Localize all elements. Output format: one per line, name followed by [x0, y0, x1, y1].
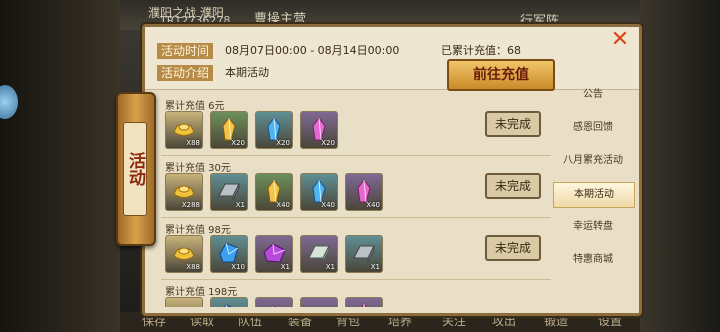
gold-crystal-item[interactable]: X20 [210, 111, 248, 149]
blue-crystal-item[interactable]: X20 [255, 111, 293, 149]
total-recharge: 已累计充值：68 [441, 44, 521, 57]
item-count: X40 [276, 201, 290, 209]
event-panel: 活动时间 08月07日00:00 - 08月14日00:00 活动介绍 本期活动… [142, 24, 642, 316]
time-label: 活动时间 [157, 43, 214, 59]
item-count: X40 [366, 201, 380, 209]
jade-ingot-item[interactable] [300, 297, 338, 307]
time-value: 08月07日00:00 - 08月14日00:00 [225, 44, 400, 57]
pink-crystal-item[interactable] [345, 297, 383, 307]
item-count: X1 [235, 201, 245, 209]
tier-title: 累计充值 6元 [165, 101, 225, 112]
intro-label: 活动介绍 [157, 65, 214, 81]
item-count: X1 [370, 263, 380, 271]
iron-ingot-item[interactable]: X1 [345, 235, 383, 273]
left-scenery [0, 0, 120, 332]
reward-tier-list[interactable]: 累计充值 6元 X88 X20 X20 X20 未完成 累计充值 30元 X288 X1 X40 X… [161, 93, 551, 307]
jade-ingot-item[interactable]: X1 [300, 235, 338, 273]
nav-item[interactable]: 公告 [553, 83, 633, 107]
side-tab-label: 活动 [123, 122, 147, 216]
intro-value: 本期活动 [225, 66, 269, 79]
tier-title: 累计充值 98元 [165, 225, 231, 236]
reward-tier-row: 累计充值 30元 X288 X1 X40 X40 X40 未完成 [161, 155, 551, 218]
item-count: X1 [280, 263, 290, 271]
tier-status-button[interactable]: 未完成 [485, 173, 541, 199]
event-header: 活动时间 08月07日00:00 - 08月14日00:00 活动介绍 本期活动… [145, 27, 639, 91]
side-tab-activity[interactable]: 活动 [116, 92, 156, 246]
right-scenery [640, 0, 720, 332]
gold-ingot-item[interactable]: X288 [165, 173, 203, 211]
item-count: X20 [276, 139, 290, 147]
pink-crystal-item[interactable]: X40 [345, 173, 383, 211]
nav-item[interactable]: 八月累充活动 [553, 149, 633, 173]
item-count: X20 [231, 139, 245, 147]
blue-gem-item[interactable]: X10 [210, 235, 248, 273]
item-count: X88 [186, 139, 200, 147]
tier-title: 累计充值 30元 [165, 163, 231, 174]
iron-ingot-item[interactable]: X1 [210, 173, 248, 211]
blue-crystal-item[interactable]: X40 [300, 173, 338, 211]
reward-tier-row: 累计充值 6元 X88 X20 X20 X20 未完成 [161, 93, 551, 156]
tier-title: 累计充值 198元 [165, 287, 238, 298]
go-recharge-button[interactable]: 前往充值 [447, 59, 555, 91]
activity-nav: 公告感恩回馈八月累充活动 本期活动幸运转盘特惠商城 [553, 83, 635, 307]
item-count: X40 [321, 201, 335, 209]
gold-ingot-item[interactable]: X88 [165, 235, 203, 273]
gold-ingot-item[interactable] [165, 297, 203, 307]
gold-crystal-item[interactable]: X40 [255, 173, 293, 211]
item-count: X288 [181, 201, 200, 209]
item-count: X20 [321, 139, 335, 147]
pink-crystal-item[interactable]: X20 [300, 111, 338, 149]
item-count: X10 [231, 263, 245, 271]
item-count: X88 [186, 263, 200, 271]
reward-tier-row: 累计充值 98元 X88 X10 X1 X1 X1 未完成 [161, 217, 551, 280]
item-count: X1 [325, 263, 335, 271]
nav-item[interactable]: 感恩回馈 [553, 116, 633, 140]
purple-gem-item[interactable] [255, 297, 293, 307]
gold-ingot-item[interactable]: X88 [165, 111, 203, 149]
reward-tier-row: 累计充值 198元 [161, 279, 551, 307]
tier-status-button[interactable]: 未完成 [485, 111, 541, 137]
close-x-icon[interactable]: ✕ [609, 29, 631, 51]
tier-status-button[interactable]: 未完成 [485, 235, 541, 261]
nav-item[interactable]: 本期活动 [553, 182, 635, 208]
nav-item[interactable]: 特惠商城 [553, 248, 633, 272]
nav-item[interactable]: 幸运转盘 [553, 215, 633, 239]
purple-gem-item[interactable]: X1 [255, 235, 293, 273]
blue-gem-item[interactable] [210, 297, 248, 307]
